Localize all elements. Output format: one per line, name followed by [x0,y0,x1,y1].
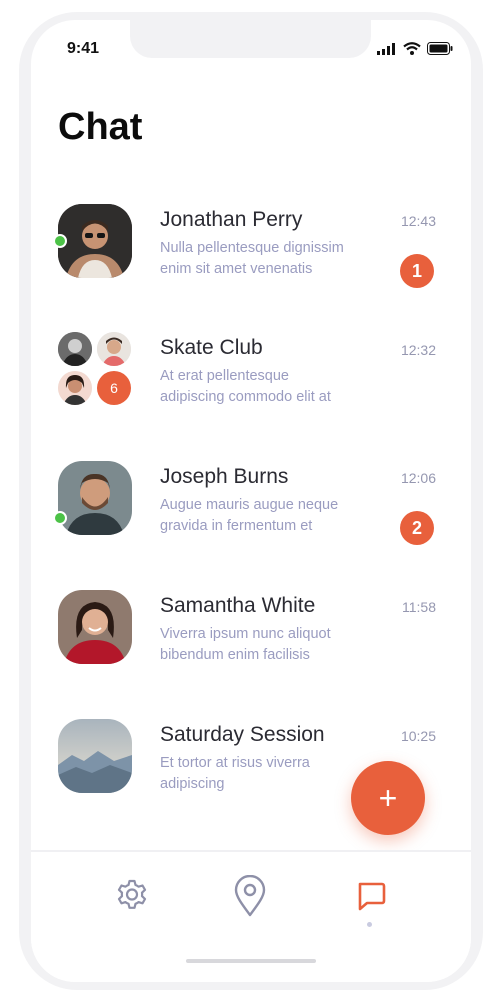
chat-name: Skate Club [160,336,263,359]
tab-settings[interactable] [112,876,152,916]
active-tab-dot [367,922,372,927]
tab-location[interactable] [230,875,270,917]
chat-time: 12:32 [400,342,436,358]
app-screen: 9:41 Chat Jonathan Perry Nulla pellentes… [31,20,471,982]
gear-icon [117,879,147,909]
chat-time: 12:43 [400,213,436,229]
chat-item-joseph-burns[interactable]: Joseph Burns Augue mauris augue neque gr… [31,457,471,567]
chat-item-skate-club[interactable]: 6 Skate Club At erat pellentesque adipis… [31,328,471,438]
avatar [58,204,132,278]
chat-name: Jonathan Perry [160,208,303,231]
chat-item-jonathan-perry[interactable]: Jonathan Perry Nulla pellentesque dignis… [31,200,471,310]
chat-preview: At erat pellentesque adipiscing commodo … [160,366,380,408]
avatar [58,461,132,535]
status-time: 9:41 [67,40,100,57]
group-member-avatar [97,332,131,366]
chat-preview: Augue mauris augue neque gravida in ferm… [160,495,380,537]
group-member-avatar [58,332,92,366]
chat-preview-line: Augue mauris augue neque [160,497,339,513]
status-icons [377,42,453,55]
chat-preview-line: adipiscing [160,776,225,792]
chat-preview: Viverra ipsum nunc aliquot bibendum enim… [160,624,380,666]
chat-name: Joseph Burns [160,465,289,488]
group-member-avatar [58,371,92,405]
cellular-signal-icon [377,42,395,55]
chat-preview-line: Et tortor at risus viverra [160,755,310,771]
unread-badge: 1 [400,254,434,288]
chat-preview-line: enim sit amet venenatis [160,261,313,277]
chat-preview-line: At erat pellentesque [160,368,289,384]
chat-preview-line: adipiscing commodo elit at [160,389,331,405]
online-indicator [53,234,67,248]
avatar [58,590,132,664]
tab-chat[interactable] [351,876,391,916]
device-notch [130,20,371,58]
chat-time: 12:06 [400,470,436,486]
chat-preview: Et tortor at risus viverra adipiscing [160,753,380,795]
chat-bubble-icon [358,882,386,911]
chat-item-samantha-white[interactable]: Samantha White Viverra ipsum nunc aliquo… [31,586,471,696]
chat-name: Samantha White [160,594,316,617]
chat-preview-line: Nulla pellentesque dignissim [160,240,344,256]
chat-preview-line: Viverra ipsum nunc aliquot [160,626,331,642]
page-title: Chat [58,106,143,148]
avatar [58,719,132,793]
home-indicator [186,959,316,963]
chat-preview: Nulla pellentesque dignissim enim sit am… [160,238,380,280]
wifi-icon [403,42,421,55]
online-indicator [53,511,67,525]
group-more-members-badge: 6 [97,371,131,405]
chat-time: 10:25 [400,728,436,744]
battery-icon [427,42,453,55]
chat-time: 11:58 [402,599,436,615]
new-chat-button[interactable]: + [351,761,425,835]
unread-badge: 2 [400,511,434,545]
location-pin-icon [234,875,266,917]
chat-preview-line: gravida in fermentum et [160,518,313,534]
chat-name: Saturday Session [160,723,325,746]
chat-preview-line: bibendum enim facilisis [160,647,310,663]
